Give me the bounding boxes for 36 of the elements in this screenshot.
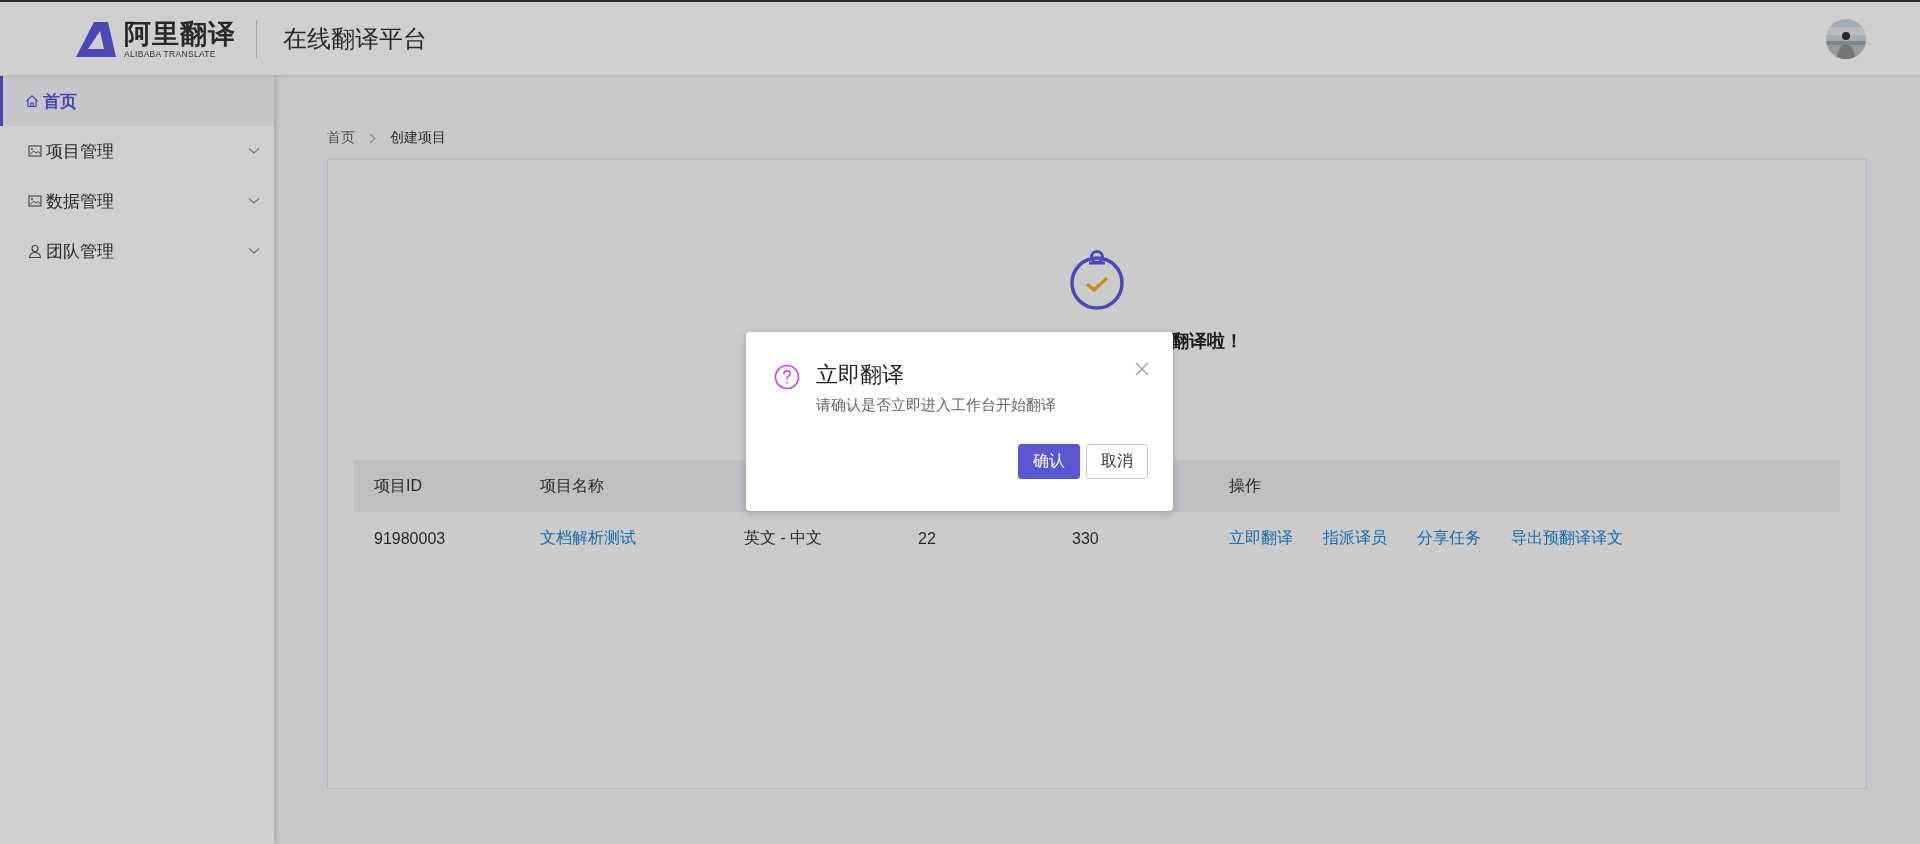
logo-subtitle: ALIBABA TRANSLATE: [124, 48, 217, 59]
confirm-button[interactable]: 确认: [1018, 444, 1080, 479]
cancel-button[interactable]: 取消: [1086, 444, 1148, 479]
sidebar-item[interactable]: 首页: [0, 76, 274, 126]
sidebar-item[interactable]: 项目管理: [0, 126, 274, 176]
chevron-right-icon: [369, 132, 376, 144]
breadcrumb-item: 创建项目: [390, 129, 446, 147]
column-header: 项目ID: [374, 475, 423, 496]
close-icon[interactable]: [1135, 362, 1149, 376]
image-icon: [28, 194, 42, 208]
action-link[interactable]: 指派译员: [1323, 528, 1387, 549]
chevron-down-icon: [248, 147, 260, 155]
table-cell-text: 330: [1072, 529, 1100, 548]
chevron-down-icon: [248, 247, 260, 255]
column-header: 项目名称: [540, 475, 605, 496]
sidebar-item[interactable]: 团队管理: [0, 226, 274, 276]
sidebar-item[interactable]: 数据管理: [0, 176, 274, 226]
dialog-title: 立即翻译: [816, 361, 905, 389]
app-title: 在线翻译平台: [283, 23, 427, 54]
dialog-message: 请确认是否立即进入工作台开始翻译: [816, 396, 1057, 415]
home-icon: [25, 94, 39, 108]
clipboard-check-icon: [1068, 249, 1126, 311]
table-cell-text: 22: [918, 529, 937, 548]
logo-name: 阿里翻译: [124, 18, 236, 49]
action-link[interactable]: 导出预翻译译文: [1511, 528, 1623, 549]
question-icon: [774, 364, 800, 390]
table-cell-text: 91980003: [374, 529, 447, 548]
table-cell-text: 英文 - 中文: [744, 528, 824, 548]
project-link[interactable]: 文档解析测试: [540, 529, 636, 546]
column-header: 操作: [1229, 475, 1262, 496]
user-icon: [28, 244, 42, 258]
chevron-down-icon: [248, 197, 260, 205]
breadcrumb-item[interactable]: 首页: [327, 129, 355, 147]
image-icon: [28, 144, 42, 158]
action-link[interactable]: 分享任务: [1417, 528, 1481, 549]
action-link[interactable]: 立即翻译: [1229, 528, 1293, 549]
